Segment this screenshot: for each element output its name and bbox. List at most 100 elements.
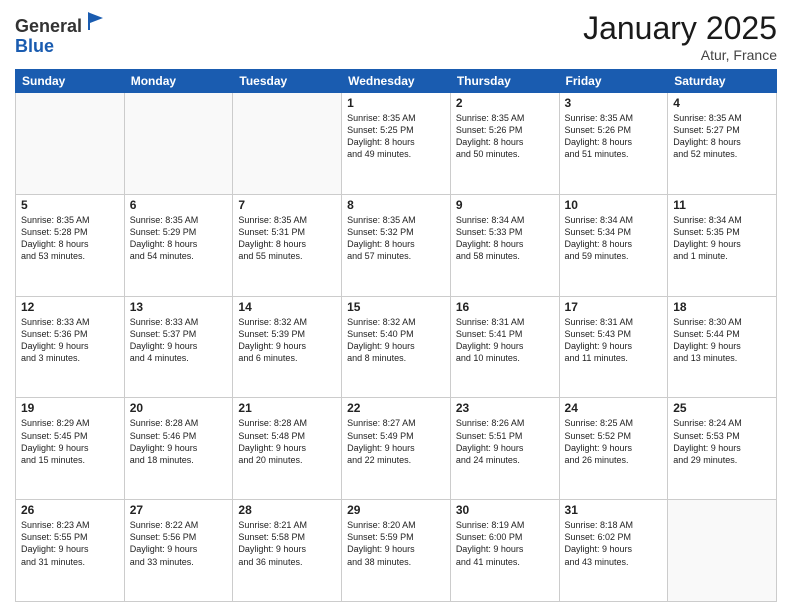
calendar-cell: 15Sunrise: 8:32 AM Sunset: 5:40 PM Dayli… (342, 296, 451, 398)
calendar-cell: 10 Sunrise: 8:34 AM Sunset: 5:34 PM Dayli… (559, 194, 668, 296)
day-header-friday: Friday (559, 70, 668, 93)
calendar-cell: 28 Sunrise: 8:21 AM Sunset: 5:58 PM Dayli… (233, 500, 342, 602)
logo: General Blue (15, 10, 107, 57)
cell-content: Sunrise: 8:24 AM Sunset: 5:53 PM Dayligh… (673, 417, 771, 466)
day-number: 12 (21, 300, 119, 314)
calendar-cell: 5 Sunrise: 8:35 AM Sunset: 5:28 PM Daylig… (16, 194, 125, 296)
week-row-3: 12 Sunrise: 8:33 AM Sunset: 5:36 PM Dayli… (16, 296, 777, 398)
calendar-cell: 14Sunrise: 8:32 AM Sunset: 5:39 PM Dayli… (233, 296, 342, 398)
day-number: 8 (347, 198, 445, 212)
day-number: 23 (456, 401, 554, 415)
cell-content: Sunrise: 8:33 AM Sunset: 5:37 PM Dayligh… (130, 316, 228, 365)
day-number: 5 (21, 198, 119, 212)
day-number: 11 (673, 198, 771, 212)
calendar-cell: 24 Sunrise: 8:25 AM Sunset: 5:52 PM Dayli… (559, 398, 668, 500)
cell-content: Sunrise: 8:32 AM Sunset: 5:39 PM Dayligh… (238, 316, 336, 365)
day-number: 26 (21, 503, 119, 517)
calendar-cell (233, 93, 342, 195)
day-number: 27 (130, 503, 228, 517)
logo-flag-icon (85, 10, 107, 32)
calendar-cell: 21Sunrise: 8:28 AM Sunset: 5:48 PM Dayli… (233, 398, 342, 500)
cell-content: Sunrise: 8:34 AM Sunset: 5:34 PM Dayligh… (565, 214, 663, 263)
cell-content: Sunrise: 8:35 AM Sunset: 5:28 PM Dayligh… (21, 214, 119, 263)
calendar-cell (124, 93, 233, 195)
day-number: 9 (456, 198, 554, 212)
cell-content: Sunrise: 8:35 AM Sunset: 5:27 PM Dayligh… (673, 112, 771, 161)
header-row: SundayMondayTuesdayWednesdayThursdayFrid… (16, 70, 777, 93)
day-number: 28 (238, 503, 336, 517)
calendar-cell: 12 Sunrise: 8:33 AM Sunset: 5:36 PM Dayli… (16, 296, 125, 398)
calendar-cell: 26 Sunrise: 8:23 AM Sunset: 5:55 PM Dayli… (16, 500, 125, 602)
day-number: 31 (565, 503, 663, 517)
cell-content: Sunrise: 8:30 AM Sunset: 5:44 PM Dayligh… (673, 316, 771, 365)
cell-content: Sunrise: 8:19 AM Sunset: 6:00 PM Dayligh… (456, 519, 554, 568)
calendar-cell: 25Sunrise: 8:24 AM Sunset: 5:53 PM Dayli… (668, 398, 777, 500)
calendar-cell: 6Sunrise: 8:35 AM Sunset: 5:29 PM Daylig… (124, 194, 233, 296)
day-number: 3 (565, 96, 663, 110)
day-header-sunday: Sunday (16, 70, 125, 93)
cell-content: Sunrise: 8:18 AM Sunset: 6:02 PM Dayligh… (565, 519, 663, 568)
day-number: 24 (565, 401, 663, 415)
calendar-cell: 3 Sunrise: 8:35 AM Sunset: 5:26 PM Daylig… (559, 93, 668, 195)
calendar-cell: 22Sunrise: 8:27 AM Sunset: 5:49 PM Dayli… (342, 398, 451, 500)
calendar-cell: 8 Sunrise: 8:35 AM Sunset: 5:32 PM Daylig… (342, 194, 451, 296)
cell-content: Sunrise: 8:23 AM Sunset: 5:55 PM Dayligh… (21, 519, 119, 568)
calendar-cell: 11 Sunrise: 8:34 AM Sunset: 5:35 PM Dayli… (668, 194, 777, 296)
cell-content: Sunrise: 8:32 AM Sunset: 5:40 PM Dayligh… (347, 316, 445, 365)
day-number: 10 (565, 198, 663, 212)
location: Atur, France (583, 47, 777, 63)
calendar-cell: 9 Sunrise: 8:34 AM Sunset: 5:33 PM Daylig… (450, 194, 559, 296)
calendar-cell: 30Sunrise: 8:19 AM Sunset: 6:00 PM Dayli… (450, 500, 559, 602)
day-number: 19 (21, 401, 119, 415)
cell-content: Sunrise: 8:28 AM Sunset: 5:48 PM Dayligh… (238, 417, 336, 466)
day-number: 4 (673, 96, 771, 110)
week-row-1: 1 Sunrise: 8:35 AM Sunset: 5:25 PM Daylig… (16, 93, 777, 195)
week-row-5: 26 Sunrise: 8:23 AM Sunset: 5:55 PM Dayli… (16, 500, 777, 602)
cell-content: Sunrise: 8:31 AM Sunset: 5:41 PM Dayligh… (456, 316, 554, 365)
cell-content: Sunrise: 8:21 AM Sunset: 5:58 PM Dayligh… (238, 519, 336, 568)
cell-content: Sunrise: 8:34 AM Sunset: 5:33 PM Dayligh… (456, 214, 554, 263)
cell-content: Sunrise: 8:25 AM Sunset: 5:52 PM Dayligh… (565, 417, 663, 466)
cell-content: Sunrise: 8:26 AM Sunset: 5:51 PM Dayligh… (456, 417, 554, 466)
cell-content: Sunrise: 8:22 AM Sunset: 5:56 PM Dayligh… (130, 519, 228, 568)
calendar-cell: 2 Sunrise: 8:35 AM Sunset: 5:26 PM Daylig… (450, 93, 559, 195)
calendar-cell: 1 Sunrise: 8:35 AM Sunset: 5:25 PM Daylig… (342, 93, 451, 195)
cell-content: Sunrise: 8:31 AM Sunset: 5:43 PM Dayligh… (565, 316, 663, 365)
cell-content: Sunrise: 8:20 AM Sunset: 5:59 PM Dayligh… (347, 519, 445, 568)
calendar-cell: 16Sunrise: 8:31 AM Sunset: 5:41 PM Dayli… (450, 296, 559, 398)
month-title: January 2025 (583, 10, 777, 47)
week-row-4: 19Sunrise: 8:29 AM Sunset: 5:45 PM Dayli… (16, 398, 777, 500)
calendar-table: SundayMondayTuesdayWednesdayThursdayFrid… (15, 69, 777, 602)
cell-content: Sunrise: 8:35 AM Sunset: 5:25 PM Dayligh… (347, 112, 445, 161)
title-area: January 2025 Atur, France (583, 10, 777, 63)
calendar-cell: 20Sunrise: 8:28 AM Sunset: 5:46 PM Dayli… (124, 398, 233, 500)
cell-content: Sunrise: 8:33 AM Sunset: 5:36 PM Dayligh… (21, 316, 119, 365)
day-header-tuesday: Tuesday (233, 70, 342, 93)
cell-content: Sunrise: 8:35 AM Sunset: 5:31 PM Dayligh… (238, 214, 336, 263)
cell-content: Sunrise: 8:35 AM Sunset: 5:26 PM Dayligh… (456, 112, 554, 161)
day-number: 1 (347, 96, 445, 110)
calendar-cell: 31 Sunrise: 8:18 AM Sunset: 6:02 PM Dayli… (559, 500, 668, 602)
day-header-saturday: Saturday (668, 70, 777, 93)
day-number: 6 (130, 198, 228, 212)
calendar-cell: 4 Sunrise: 8:35 AM Sunset: 5:27 PM Daylig… (668, 93, 777, 195)
calendar-cell: 29Sunrise: 8:20 AM Sunset: 5:59 PM Dayli… (342, 500, 451, 602)
calendar-cell: 7 Sunrise: 8:35 AM Sunset: 5:31 PM Daylig… (233, 194, 342, 296)
day-number: 18 (673, 300, 771, 314)
cell-content: Sunrise: 8:35 AM Sunset: 5:32 PM Dayligh… (347, 214, 445, 263)
calendar-cell: 18 Sunrise: 8:30 AM Sunset: 5:44 PM Dayli… (668, 296, 777, 398)
day-number: 2 (456, 96, 554, 110)
logo-text: General Blue (15, 10, 107, 57)
cell-content: Sunrise: 8:28 AM Sunset: 5:46 PM Dayligh… (130, 417, 228, 466)
day-number: 7 (238, 198, 336, 212)
page: General Blue January 2025 Atur, France S… (0, 0, 792, 612)
day-number: 17 (565, 300, 663, 314)
day-header-thursday: Thursday (450, 70, 559, 93)
calendar-cell (16, 93, 125, 195)
calendar-cell: 23 Sunrise: 8:26 AM Sunset: 5:51 PM Dayli… (450, 398, 559, 500)
calendar-cell: 19Sunrise: 8:29 AM Sunset: 5:45 PM Dayli… (16, 398, 125, 500)
cell-content: Sunrise: 8:34 AM Sunset: 5:35 PM Dayligh… (673, 214, 771, 263)
calendar-cell: 13Sunrise: 8:33 AM Sunset: 5:37 PM Dayli… (124, 296, 233, 398)
cell-content: Sunrise: 8:35 AM Sunset: 5:26 PM Dayligh… (565, 112, 663, 161)
day-header-monday: Monday (124, 70, 233, 93)
